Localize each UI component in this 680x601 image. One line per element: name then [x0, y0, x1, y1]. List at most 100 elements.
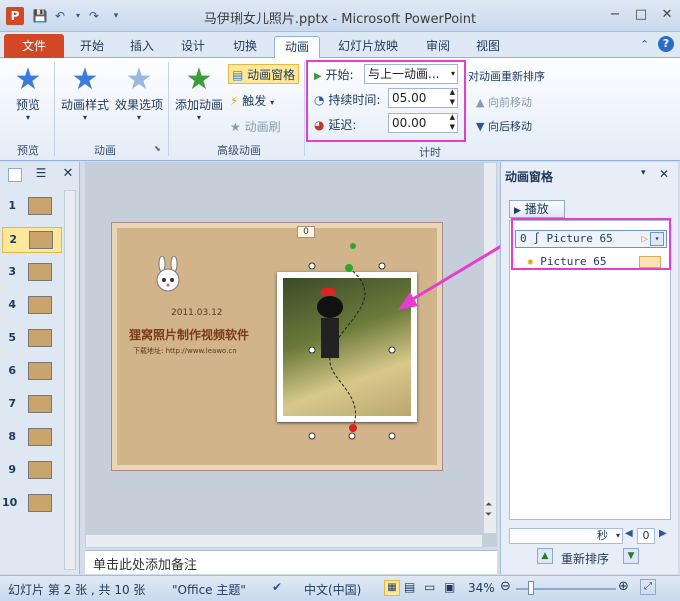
slide-thumbnail[interactable]: 2 — [2, 227, 62, 253]
effect-options-button[interactable]: ★ 效果选项 ▾ — [114, 64, 164, 123]
tab-view[interactable]: 视图 — [466, 36, 510, 58]
close-pane-icon[interactable]: ✕ — [60, 166, 76, 184]
maximize-button[interactable]: □ — [630, 6, 652, 24]
animation-star-icon: ★ — [71, 62, 99, 97]
slide-thumbnail[interactable]: 6 — [2, 359, 62, 385]
start-select[interactable]: 与上一动画... ▾ — [364, 64, 458, 84]
help-icon[interactable]: ? — [658, 36, 674, 52]
redo-icon[interactable]: ↷ — [86, 8, 102, 24]
add-animation-star-icon: ★ — [185, 62, 213, 97]
delay-label-text: 延迟: — [328, 118, 357, 132]
pane-close-icon[interactable]: ✕ — [659, 167, 669, 181]
normal-view-icon[interactable]: ▦ — [384, 580, 400, 596]
add-animation-button[interactable]: ★ 添加动画 ▾ — [172, 62, 226, 123]
preview-star-icon: ★ — [14, 62, 42, 97]
reorder-down-icon[interactable]: ▼ — [623, 548, 639, 564]
start-label: ▶ 开始: — [314, 66, 354, 83]
tab-design[interactable]: 设计 — [171, 36, 215, 58]
thumbnail-scrollbar[interactable] — [64, 190, 76, 570]
outline-tab-icon[interactable]: ☰ — [30, 166, 52, 184]
tab-animations[interactable]: 动画 — [274, 36, 321, 58]
animation-pane-title: 动画窗格 — [505, 170, 554, 184]
delay-value: 00.00 — [392, 116, 427, 130]
slide-thumbnail[interactable]: 7 — [2, 392, 62, 418]
seconds-dropdown[interactable]: 秒 ▾ — [509, 528, 623, 544]
slide-thumbnail[interactable]: 8 — [2, 425, 62, 451]
zoom-out-timeline-icon[interactable]: ◀ — [625, 528, 633, 539]
play-button[interactable]: ▶ 播放 — [509, 200, 565, 218]
slide-thumbnail-image — [28, 428, 52, 446]
zoom-out-icon[interactable]: ⊖ — [500, 579, 511, 594]
collapse-ribbon-icon[interactable]: ⌃ — [640, 38, 649, 51]
dialog-launcher-icon[interactable]: ⬊ — [154, 144, 161, 153]
slide-sorter-icon[interactable]: ▤ — [404, 580, 415, 594]
trigger-button[interactable]: ⚡ 触发 ▾ — [230, 92, 274, 109]
tab-home[interactable]: 开始 — [70, 36, 114, 58]
zoom-in-timeline-icon[interactable]: ▶ — [659, 528, 667, 539]
zoom-percent[interactable]: 34% — [468, 581, 495, 595]
window-title: 马伊琍女儿照片.pptx - Microsoft PowerPoint — [203, 12, 477, 27]
move-later-button[interactable]: ▼ 向后移动 — [476, 118, 532, 134]
animation-item-1-index: 0 — [520, 232, 527, 245]
slide-thumbnail[interactable]: 5 — [2, 326, 62, 352]
reading-view-icon[interactable]: ▭ — [424, 580, 435, 594]
delay-spin-icon[interactable]: ▲ ▼ — [450, 112, 455, 132]
language-indicator[interactable]: 中文(中国) — [304, 581, 361, 598]
slide-thumbnail-number: 7 — [8, 397, 16, 410]
zoom-slider-thumb[interactable] — [528, 581, 534, 595]
duration-input[interactable]: 05.00 ▲ ▼ — [388, 88, 458, 108]
prev-next-slide-icon[interactable]: ⏶ ⏷ — [485, 500, 492, 520]
slides-thumbnail-pane: ☰ ✕ 1 2 3 4 5 6 7 8 9 10 — [0, 162, 80, 574]
animation-pane-button[interactable]: ▤ 动画窗格 — [228, 64, 300, 84]
timeline-bar — [639, 256, 661, 268]
preview-button[interactable]: ★ 预览 ▾ — [8, 62, 48, 123]
duration-spin-icon[interactable]: ▲ ▼ — [450, 87, 455, 107]
delay-clock-icon: ◕ — [314, 118, 325, 132]
tab-review[interactable]: 审阅 — [416, 36, 460, 58]
reorder-up-icon[interactable]: ▲ — [537, 548, 553, 564]
animation-item-1[interactable]: 0 ∫ Picture 65 ▷ ▾ — [515, 230, 667, 248]
reorder-animation-title: 对动画重新排序 — [468, 70, 545, 83]
tab-file[interactable]: 文件 — [4, 34, 64, 58]
slide-thumbnail[interactable]: 10 — [2, 491, 62, 517]
undo-icon[interactable]: ↶ — [52, 8, 68, 24]
start-dropdown-icon: ▾ — [450, 69, 455, 78]
slideshow-view-icon[interactable]: ▣ — [444, 580, 455, 594]
minimize-button[interactable]: − — [604, 6, 626, 24]
fit-to-window-icon[interactable]: ⤢ — [640, 579, 656, 595]
slide-thumbnail-number: 10 — [2, 496, 18, 509]
notes-pane[interactable]: 单击此处添加备注 — [85, 550, 497, 574]
save-icon[interactable]: 💾 — [32, 8, 48, 24]
slide-thumbnail-number: 2 — [9, 233, 17, 246]
zoom-in-icon[interactable]: ⊕ — [618, 579, 629, 594]
undo-dropdown-icon[interactable]: ▾ — [70, 8, 86, 24]
slides-view-tab[interactable] — [8, 168, 22, 182]
move-earlier-button[interactable]: ▲ 向前移动 — [476, 94, 532, 110]
delay-input[interactable]: 00.00 ▲ ▼ — [388, 113, 458, 133]
tab-slideshow[interactable]: 幻灯片放映 — [328, 36, 408, 58]
customize-qat-icon[interactable]: ▾ — [108, 8, 124, 24]
notes-placeholder[interactable]: 单击此处添加备注 — [93, 554, 197, 573]
effect-options-dropdown-icon: ▾ — [136, 113, 141, 122]
slide-thumbnail[interactable]: 3 — [2, 260, 62, 286]
animation-painter-button[interactable]: ★ 动画刷 — [230, 118, 281, 135]
move-earlier-label: 向前移动 — [487, 96, 532, 109]
animation-item-2[interactable]: ✸ Picture 65 — [527, 254, 667, 270]
slide-thumbnail[interactable]: 1 — [2, 194, 62, 220]
horizontal-scrollbar[interactable] — [85, 534, 483, 548]
vertical-scrollbar[interactable] — [483, 162, 497, 534]
spellcheck-icon[interactable]: ✔ — [272, 580, 282, 594]
slide-thumbnail[interactable]: 9 — [2, 458, 62, 484]
add-animation-label: 添加动画 — [174, 98, 223, 112]
pane-options-icon[interactable]: ▾ — [641, 168, 646, 178]
tab-insert[interactable]: 插入 — [120, 36, 164, 58]
slide-thumbnail[interactable]: 4 — [2, 293, 62, 319]
animation-item-2-name: Picture 65 — [540, 255, 607, 268]
powerpoint-app-icon[interactable]: P — [6, 7, 24, 25]
close-button[interactable]: ✕ — [656, 6, 678, 24]
item-dropdown-icon[interactable]: ▾ — [650, 232, 664, 246]
motion-path-line — [329, 267, 366, 429]
tab-transitions[interactable]: 切换 — [223, 36, 267, 58]
slide-counter: 幻灯片 第 2 张 , 共 10 张 — [8, 583, 146, 597]
animation-styles-button[interactable]: ★ 动画样式 ▾ — [58, 62, 112, 123]
